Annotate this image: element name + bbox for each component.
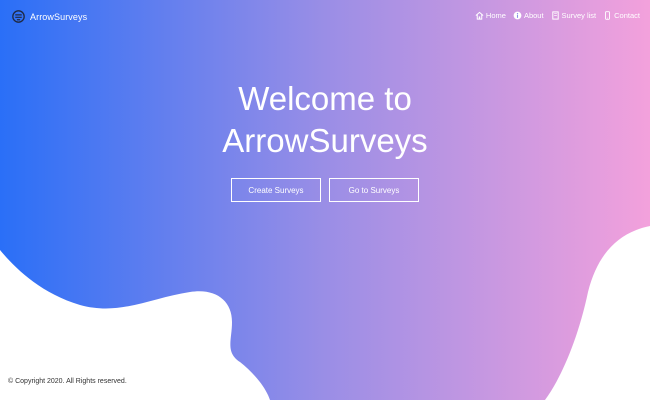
go-to-surveys-button[interactable]: Go to Surveys	[329, 178, 419, 202]
nav-about-label: About	[523, 11, 544, 20]
brand-link[interactable]: ArrowSurveys	[12, 10, 87, 23]
navbar: ArrowSurveys Home About Survey list Cont…	[0, 0, 650, 34]
nav-links: Home About Survey list Contact	[475, 11, 640, 20]
nav-contact[interactable]: Contact	[603, 11, 640, 20]
hero-title-line-1: Welcome to	[238, 80, 412, 117]
nav-survey-list[interactable]: Survey list	[551, 11, 597, 20]
footer-copyright: © Copyright 2020. All Rights reserved.	[8, 378, 127, 385]
nav-about[interactable]: About	[513, 11, 544, 20]
hero-buttons: Create Surveys Go to Surveys	[0, 178, 650, 202]
nav-survey-list-label: Survey list	[561, 11, 597, 20]
nav-contact-label: Contact	[614, 11, 640, 20]
hero-section: Welcome to ArrowSurveys	[0, 78, 650, 162]
book-icon	[551, 11, 559, 20]
logo-icon	[12, 10, 25, 23]
mobile-phone-icon	[605, 11, 611, 20]
hero-title-line-2: ArrowSurveys	[222, 122, 428, 159]
home-icon	[475, 11, 484, 20]
info-icon	[513, 11, 522, 20]
hero-title: Welcome to ArrowSurveys	[0, 78, 650, 162]
nav-home-label: Home	[485, 11, 506, 20]
create-surveys-button[interactable]: Create Surveys	[231, 178, 321, 202]
brand-name: ArrowSurveys	[30, 11, 88, 22]
landing-page: ArrowSurveys Home About Survey list Cont…	[0, 0, 650, 400]
nav-home[interactable]: Home	[475, 11, 506, 20]
